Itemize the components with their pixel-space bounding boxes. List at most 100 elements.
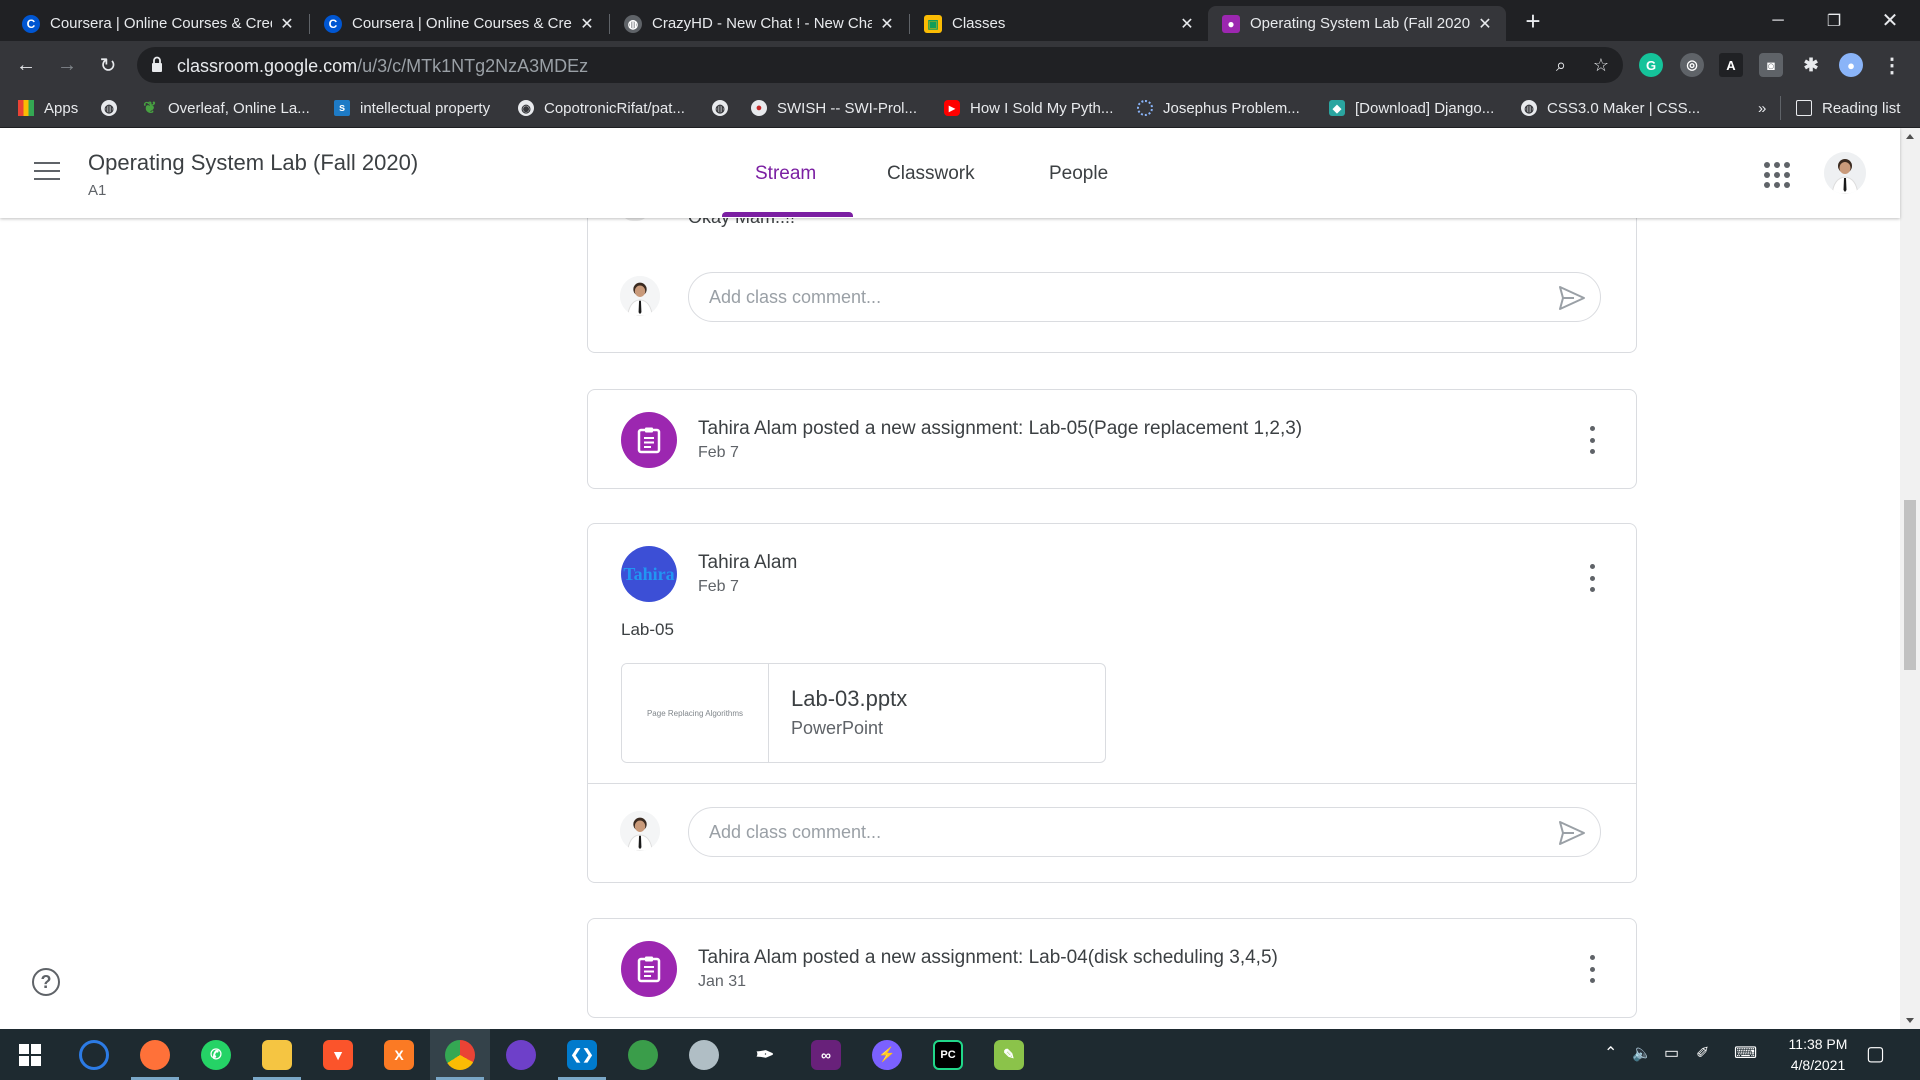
minimize-icon[interactable]: ─ <box>1750 0 1806 41</box>
brave-icon[interactable]: ▼ <box>308 1029 368 1080</box>
browser-tab[interactable]: C Coursera | Online Courses & Cred ✕ <box>310 6 608 41</box>
close-icon[interactable]: ✕ <box>278 15 296 33</box>
visual-studio-icon[interactable]: ∞ <box>796 1029 856 1080</box>
bookmark-item[interactable]: ❦ Overleaf, Online La... <box>142 96 309 120</box>
address-bar[interactable]: classroom.google.com/u/3/c/MTk1NTg2NzA3M… <box>137 47 1623 83</box>
tab-title: Coursera | Online Courses & Cred <box>50 15 272 32</box>
inkscape-icon[interactable]: ✒ <box>735 1029 795 1080</box>
more-options-icon[interactable] <box>1588 426 1596 454</box>
send-icon[interactable] <box>1558 285 1586 311</box>
page-scrollbar[interactable] <box>1900 128 1920 1029</box>
attachment-type: PowerPoint <box>791 718 884 738</box>
earth-icon[interactable] <box>613 1029 673 1080</box>
puzzle-extensions-icon[interactable]: ✱ <box>1799 53 1823 77</box>
assignment-title[interactable]: Tahira Alam posted a new assignment: Lab… <box>698 947 1278 969</box>
bookmark-apps[interactable]: Apps <box>18 96 78 120</box>
profile-avatar[interactable]: ● <box>1839 53 1863 77</box>
firefox-icon[interactable] <box>125 1029 185 1080</box>
whatsapp-icon[interactable]: ✆ <box>186 1029 246 1080</box>
comment-input[interactable] <box>709 820 1529 844</box>
clock-date[interactable]: 4/8/2021 <box>1780 1057 1856 1073</box>
keyboard-icon[interactable]: ⌨ <box>1734 1043 1757 1063</box>
coursera-icon: C <box>22 14 40 33</box>
more-options-icon[interactable] <box>1588 564 1596 592</box>
class-section: A1 <box>88 182 107 199</box>
close-icon[interactable]: ✕ <box>1476 15 1494 33</box>
bookmark-item[interactable]: ▶ How I Sold My Pyth... <box>944 96 1113 120</box>
volume-icon[interactable]: 🔈 <box>1632 1043 1652 1063</box>
more-options-icon[interactable] <box>1588 955 1596 983</box>
scroll-up-icon[interactable] <box>1906 134 1914 139</box>
notepad-icon[interactable]: ✎ <box>979 1029 1039 1080</box>
browser-tab[interactable]: ◍ CrazyHD - New Chat ! - New Cha ✕ <box>610 6 908 41</box>
windows-start-icon[interactable] <box>0 1029 60 1080</box>
bookmark-item[interactable]: ● SWISH -- SWI-Prol... <box>751 96 917 120</box>
scroll-thumb[interactable] <box>1904 500 1916 670</box>
pycharm-icon[interactable]: PC <box>918 1029 978 1080</box>
tab-people[interactable]: People <box>1049 163 1108 185</box>
vscode-icon[interactable]: ❮❯ <box>552 1029 612 1080</box>
class-comment-field[interactable] <box>688 807 1601 857</box>
tab-stream[interactable]: Stream <box>755 163 816 185</box>
close-window-icon[interactable]: ✕ <box>1862 0 1918 41</box>
bookmark-item[interactable]: s intellectual property <box>334 96 490 120</box>
notifications-icon[interactable]: ▢ <box>1866 1041 1885 1066</box>
bookmark-item[interactable]: ◍ CSS3.0 Maker | CSS... <box>1521 96 1700 120</box>
forward-arrow-icon[interactable]: → <box>51 49 83 81</box>
comment-input[interactable] <box>709 285 1529 309</box>
account-avatar[interactable] <box>1824 152 1866 194</box>
class-title[interactable]: Operating System Lab (Fall 2020) <box>88 150 418 176</box>
browser-tab-active[interactable]: ● Operating System Lab (Fall 2020) ✕ <box>1208 6 1506 41</box>
pen-icon[interactable]: ✐ <box>1696 1043 1709 1063</box>
eclipse-icon[interactable] <box>64 1029 124 1080</box>
send-icon[interactable] <box>1558 820 1586 846</box>
chrome-icon[interactable] <box>430 1029 490 1080</box>
github-desktop-icon[interactable] <box>491 1029 551 1080</box>
reload-icon[interactable]: ↻ <box>92 49 124 81</box>
messenger-icon[interactable]: ⚡ <box>857 1029 917 1080</box>
close-icon[interactable]: ✕ <box>878 15 896 33</box>
assignment-title[interactable]: Tahira Alam posted a new assignment: Lab… <box>698 418 1302 440</box>
clock-time[interactable]: 11:38 PM <box>1780 1036 1856 1052</box>
xampp-icon[interactable]: X <box>369 1029 429 1080</box>
reading-list-button[interactable]: Reading list <box>1796 96 1900 120</box>
close-icon[interactable]: ✕ <box>1178 15 1196 33</box>
back-arrow-icon[interactable]: ← <box>10 49 42 81</box>
browser-tab[interactable]: C Coursera | Online Courses & Cred ✕ <box>8 6 308 41</box>
compass-icon[interactable] <box>674 1029 734 1080</box>
bookmarks-overflow-button[interactable]: » <box>1758 96 1766 120</box>
grammarly-icon[interactable]: G <box>1639 53 1663 77</box>
bookmark-star-icon[interactable]: ☆ <box>1591 55 1611 75</box>
classroom-header: Operating System Lab (Fall 2020) A1 Stre… <box>0 128 1900 218</box>
assignment-card[interactable]: Tahira Alam posted a new assignment: Lab… <box>587 389 1637 489</box>
hamburger-menu-icon[interactable] <box>34 162 60 182</box>
extension-icon[interactable]: ◎ <box>1680 53 1704 77</box>
bookmark-item[interactable]: Josephus Problem... <box>1137 96 1300 120</box>
file-explorer-icon[interactable] <box>247 1029 307 1080</box>
tab-classwork[interactable]: Classwork <box>887 163 975 185</box>
attachment-card[interactable]: Page Replacing Algorithms Lab-03.pptx Po… <box>621 663 1106 763</box>
restore-icon[interactable]: ❐ <box>1806 0 1862 41</box>
url-host: classroom.google.com <box>177 56 358 76</box>
browser-tab[interactable]: ▣ Classes ✕ <box>910 6 1208 41</box>
browser-menu-icon[interactable]: ⋮ <box>1880 53 1904 77</box>
assignment-card[interactable]: Tahira Alam posted a new assignment: Lab… <box>587 918 1637 1018</box>
bookmark-item[interactable]: ◆ [Download] Django... <box>1329 96 1494 120</box>
chevron-up-icon[interactable]: ⌃ <box>1604 1043 1617 1063</box>
class-comment-field[interactable] <box>688 272 1601 322</box>
zoom-icon[interactable]: ⌕ <box>1551 55 1571 75</box>
attachment-thumbnail: Page Replacing Algorithms <box>622 664 769 762</box>
camera-icon[interactable]: ◙ <box>1759 53 1783 77</box>
bookmark-item[interactable]: ◍ <box>712 96 738 120</box>
bookmark-item[interactable]: ◍ <box>101 96 127 120</box>
new-tab-button[interactable]: + <box>1520 8 1546 35</box>
close-icon[interactable]: ✕ <box>578 15 596 33</box>
comment-box-card <box>587 253 1637 353</box>
scroll-down-icon[interactable] <box>1906 1018 1914 1023</box>
help-icon[interactable]: ? <box>32 968 60 996</box>
extension-icon[interactable]: A <box>1719 53 1743 77</box>
bookmark-label: SWISH -- SWI-Prol... <box>777 99 917 117</box>
network-icon[interactable]: ▭ <box>1664 1043 1679 1063</box>
google-apps-icon[interactable] <box>1764 162 1790 188</box>
bookmark-item[interactable]: ◉ CopotronicRifat/pat... <box>518 96 685 120</box>
